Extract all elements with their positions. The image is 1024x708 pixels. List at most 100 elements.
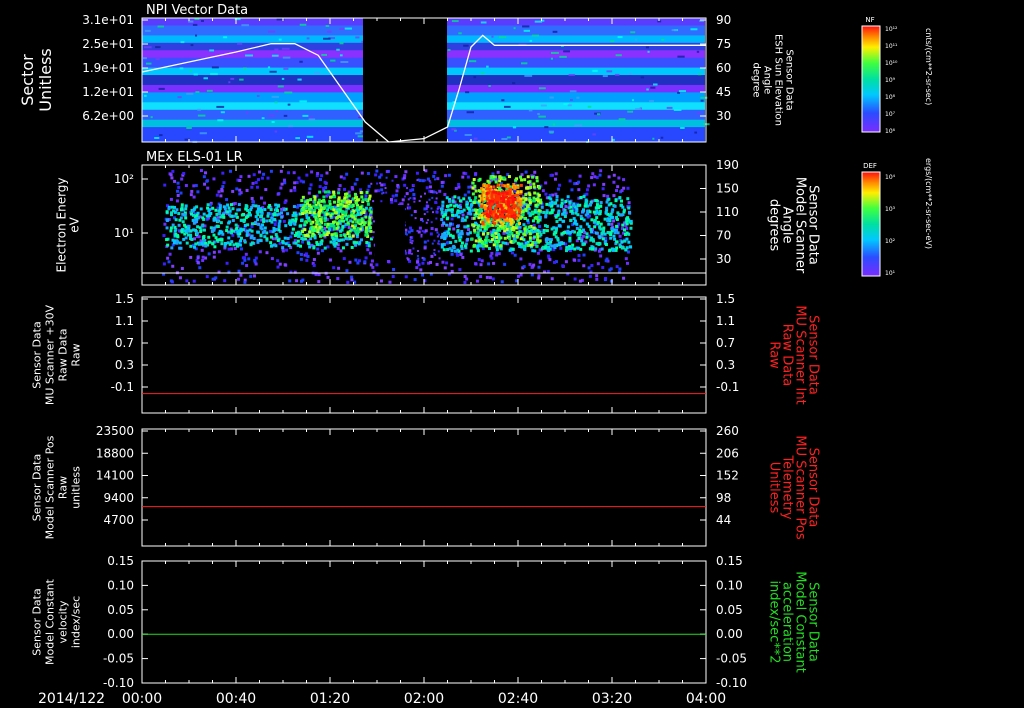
time-tick-label: 00:40 bbox=[216, 691, 256, 707]
right-axis-label: Unitless bbox=[767, 462, 782, 514]
y-tick-label: 1.2e+01 bbox=[82, 85, 134, 99]
y-tick-label: 18800 bbox=[96, 446, 134, 460]
colorbar-tick-label: 10⁶ bbox=[885, 128, 896, 135]
y-axis-label: Raw bbox=[70, 343, 83, 366]
panel-frame bbox=[141, 560, 707, 684]
right-tick-label: 206 bbox=[716, 446, 739, 460]
y-axis-label: Raw bbox=[57, 476, 70, 499]
colorbar-def-label: DEF bbox=[863, 162, 877, 170]
y-axis-label: eV bbox=[68, 216, 82, 232]
y-axis-label: Electron Energy bbox=[55, 177, 69, 272]
y-tick-label: 14100 bbox=[96, 469, 134, 483]
right-tick-label: -0.05 bbox=[716, 652, 747, 666]
y-axis-label: Model Constant bbox=[44, 578, 57, 665]
y-tick-label: 0.3 bbox=[115, 358, 134, 372]
colorbar-def-units: ergs/(cm**2-sr-sec-eV) bbox=[924, 158, 933, 249]
y-tick-label: 0.10 bbox=[107, 578, 134, 592]
y-axis-label: Raw Data bbox=[57, 329, 70, 382]
y-tick-label: 0.7 bbox=[115, 336, 134, 350]
time-tick-label: 00:00 bbox=[122, 691, 162, 707]
right-tick-label: 0.7 bbox=[716, 336, 735, 350]
y-tick-label: 0.05 bbox=[107, 603, 134, 617]
right-axis-label: ESH Sun Elevation bbox=[773, 34, 784, 126]
y-axis-label: Sector bbox=[18, 54, 37, 106]
colorbar-nf-units: cnts/(cm**2-sr-sec) bbox=[924, 28, 933, 105]
y-tick-label: 1.5 bbox=[115, 292, 134, 306]
y-tick-label: -0.10 bbox=[103, 676, 134, 690]
right-tick-label: 45 bbox=[716, 85, 731, 99]
right-tick-label: 30 bbox=[716, 109, 731, 123]
y-tick-label: 10¹ bbox=[114, 226, 134, 240]
y-tick-label: 1.9e+01 bbox=[82, 61, 134, 75]
panel-title: MEx ELS-01 LR bbox=[146, 150, 243, 165]
right-tick-label: 1.1 bbox=[716, 314, 735, 328]
right-tick-label: 0.15 bbox=[716, 554, 743, 568]
right-axis-label: Sensor Data bbox=[784, 49, 795, 110]
colorbar-tick-label: 10³ bbox=[885, 206, 896, 213]
right-tick-label: 75 bbox=[716, 37, 731, 51]
right-axis-label: Angle bbox=[762, 66, 773, 94]
y-axis-label: MU Scanner +30V bbox=[44, 304, 57, 405]
colorbar-tick-label: 10⁷ bbox=[885, 111, 896, 118]
right-tick-label: -0.1 bbox=[716, 380, 739, 394]
right-axis-label: index/sec**2 bbox=[767, 580, 782, 663]
right-tick-label: 44 bbox=[716, 513, 731, 527]
panel-4: 23500 18800 14100 9400 4700 260 206 152 98 44 Sens… bbox=[31, 424, 821, 547]
y-tick-label: 2.5e+01 bbox=[82, 37, 134, 51]
y-tick-label: 0.00 bbox=[107, 627, 134, 641]
y-tick-label: 6.2e+00 bbox=[82, 109, 134, 123]
y-axis-label: velocity bbox=[57, 600, 70, 643]
colorbar-nf-label: NF bbox=[865, 16, 874, 24]
right-tick-label: 0.10 bbox=[716, 578, 743, 592]
colorbar-tick-label: 10¹² bbox=[885, 26, 898, 33]
colorbar-tick-label: 10¹⁰ bbox=[885, 60, 898, 67]
y-tick-label: 4700 bbox=[103, 513, 134, 527]
panel-3: 1.5 1.1 0.7 0.3 -0.1 1.5 1.1 0.7 0.3 -0.1 Sensor D… bbox=[31, 292, 821, 414]
right-tick-label: 150 bbox=[716, 182, 739, 196]
colorbar-tick-label: 10² bbox=[885, 238, 896, 245]
colorbar-tick-label: 10¹¹ bbox=[885, 43, 898, 50]
panel-els-heatmap bbox=[162, 169, 633, 284]
right-tick-label: 0.3 bbox=[716, 358, 735, 372]
right-tick-label: 60 bbox=[716, 61, 731, 75]
y-axis-label: Sensor Data bbox=[31, 588, 44, 655]
y-tick-label: 0.15 bbox=[107, 554, 134, 568]
y-tick-label: 3.1e+01 bbox=[82, 13, 134, 27]
colorbar-tick-label: 10⁴ bbox=[885, 174, 896, 181]
right-tick-label: 70 bbox=[716, 229, 731, 243]
right-tick-label: 98 bbox=[716, 491, 731, 505]
y-axis-label: Sensor Data bbox=[31, 321, 44, 388]
panel-npi-heatmap bbox=[142, 18, 710, 143]
panel-frame bbox=[141, 296, 707, 414]
right-tick-label: 0.05 bbox=[716, 603, 743, 617]
time-tick-label: 02:00 bbox=[404, 691, 444, 707]
right-axis-label: degrees bbox=[767, 199, 782, 252]
colorbar-def: DEF 10⁴ 10³ 10² 10¹ ergs/(cm**2-sr-sec-eV) bbox=[861, 158, 933, 277]
y-tick-label: -0.1 bbox=[111, 380, 134, 394]
right-tick-label: 110 bbox=[716, 205, 739, 219]
y-axis-label: Sensor Data bbox=[31, 454, 44, 521]
y-tick-label: 9400 bbox=[103, 491, 134, 505]
panel-title: NPI Vector Data bbox=[146, 3, 248, 18]
right-tick-label: 30 bbox=[716, 252, 731, 266]
colorbar-tick-label: 10⁹ bbox=[885, 77, 896, 84]
time-tick-label: 03:20 bbox=[592, 691, 632, 707]
right-axis-label: degree bbox=[751, 62, 762, 97]
colorbar-tick-label: 10⁸ bbox=[885, 94, 896, 101]
y-axis-label: Model Scanner Pos bbox=[44, 435, 57, 539]
right-tick-label: 190 bbox=[716, 158, 739, 172]
right-tick-label: 260 bbox=[716, 424, 739, 438]
time-tick-label: 04:00 bbox=[686, 691, 726, 707]
time-tick-label: 01:20 bbox=[310, 691, 350, 707]
colorbar-tick-label: 10¹ bbox=[885, 270, 896, 277]
y-axis-label: Unitless bbox=[36, 48, 55, 112]
y-axis-label: unitless bbox=[70, 466, 83, 509]
colorbar-nf: NF 10¹² 10¹¹ 10¹⁰ 10⁹ 10⁸ 10⁷ 10⁶ cnts/(cm**2-… bbox=[861, 16, 933, 135]
right-tick-label: 90 bbox=[716, 13, 731, 27]
time-tick-label: 02:40 bbox=[498, 691, 538, 707]
right-tick-label: 1.5 bbox=[716, 292, 735, 306]
right-tick-label: 152 bbox=[716, 469, 739, 483]
panel-frame bbox=[141, 428, 707, 547]
y-axis-label: index/sec bbox=[70, 596, 83, 648]
y-tick-label: 1.1 bbox=[115, 314, 134, 328]
